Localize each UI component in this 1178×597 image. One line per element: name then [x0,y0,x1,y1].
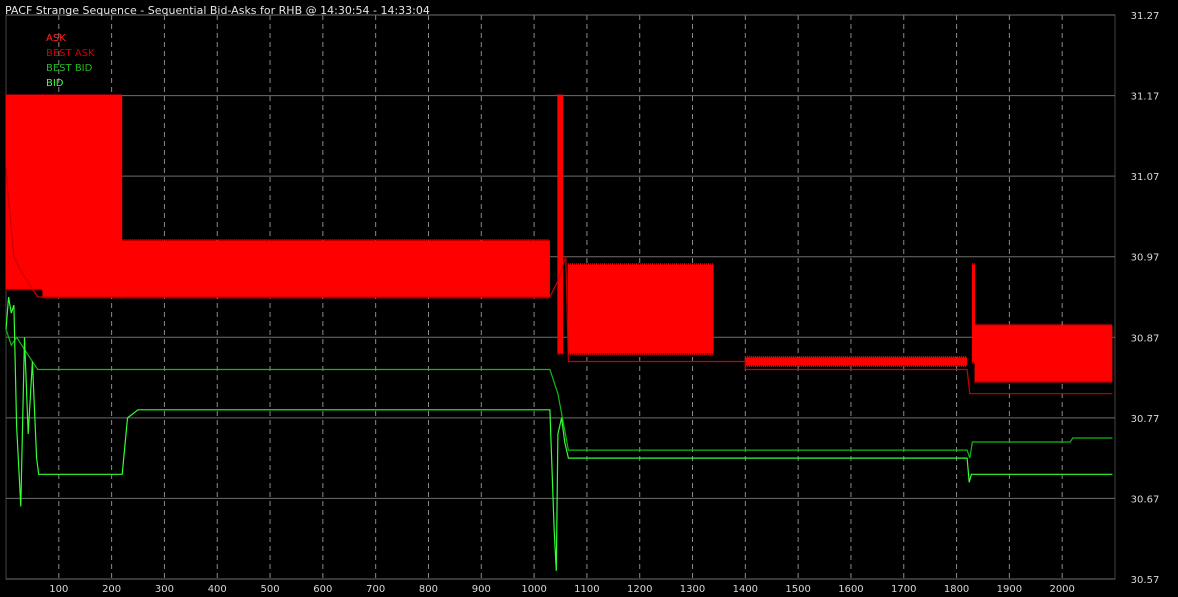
bid-ask-chart: 100 200 300 400 500 600 700 800 900 1000 1100 1200 1… [5,4,1160,595]
x-tick-label: 1000 [521,584,546,595]
y-tick-label: 30.67 [1131,494,1160,505]
x-tick-label: 1100 [574,584,599,595]
legend-item-ask: ASK [46,33,66,44]
y-tick-label: 31.27 [1131,11,1160,22]
chart-container: 100 200 300 400 500 600 700 800 900 1000 1100 1200 1… [0,0,1178,597]
ask-oscillation-ticks [974,323,1112,384]
x-tick-label: 600 [313,584,332,595]
legend: ASK BEST ASK BEST BID BID [46,33,95,89]
x-tick-label: 800 [419,584,438,595]
y-tick-label: 30.97 [1131,253,1160,264]
x-tick-label: 300 [155,584,174,595]
x-tick-label: 1500 [785,584,810,595]
series-layer [5,94,1113,571]
ask-oscillation-band [745,357,968,366]
legend-item-bid: BID [46,78,64,89]
x-tick-label: 1700 [891,584,916,595]
y-tick-label: 30.87 [1131,333,1160,344]
x-tick-label: 200 [102,584,121,595]
x-tick-label: 1800 [944,584,969,595]
y-tick-label: 30.77 [1131,414,1160,425]
y-tick-label: 30.57 [1131,575,1160,586]
x-tick-label: 1200 [627,584,652,595]
x-tick-label: 1900 [997,584,1022,595]
legend-item-best-bid: BEST BID [46,63,93,74]
x-tick-label: 700 [366,584,385,595]
x-tick-label: 2000 [1049,584,1074,595]
x-tick-label: 100 [49,584,68,595]
chart-title: PACF Strange Sequence - Sequential Bid-A… [5,4,430,17]
x-tick-label: 500 [261,584,280,595]
x-tick-label: 1600 [838,584,863,595]
x-tick-label: 400 [208,584,227,595]
y-tick-label: 31.17 [1131,92,1160,103]
y-tick-label: 31.07 [1131,172,1160,183]
x-tick-label: 900 [472,584,491,595]
ask-oscillation-band [975,325,1113,382]
ask-oscillation-ticks [567,263,713,355]
legend-item-best-ask: BEST ASK [46,48,95,59]
x-tick-label: 1400 [733,584,758,595]
x-tick-label: 1300 [680,584,705,595]
